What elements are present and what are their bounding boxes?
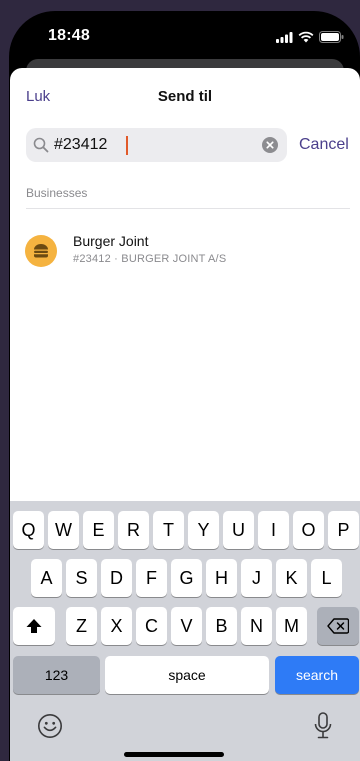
section-header: Businesses — [26, 186, 88, 200]
search-input[interactable] — [54, 128, 254, 162]
key-n[interactable]: N — [241, 607, 272, 645]
key-t[interactable]: T — [153, 511, 184, 549]
key-x[interactable]: X — [101, 607, 132, 645]
text-cursor — [126, 136, 128, 155]
sheet-title: Send til — [157, 88, 213, 105]
delete-icon — [327, 618, 349, 634]
key-b[interactable]: B — [206, 607, 237, 645]
cellular-signal-icon — [276, 31, 293, 43]
dictation-button[interactable] — [314, 712, 332, 745]
close-button[interactable]: Luk — [26, 88, 50, 105]
status-icons — [276, 30, 344, 44]
phone-screen: 18:48 Luk Send til #23412 Cancel Busines… — [9, 11, 360, 761]
key-f[interactable]: F — [136, 559, 167, 597]
status-bar: 18:48 — [9, 11, 360, 61]
shift-key[interactable] — [13, 607, 55, 645]
section-divider — [26, 208, 350, 209]
shift-icon — [26, 619, 42, 633]
status-time: 18:48 — [48, 27, 90, 44]
numbers-key[interactable]: 123 — [13, 656, 100, 694]
key-k[interactable]: K — [276, 559, 307, 597]
emoji-button[interactable] — [37, 713, 63, 744]
key-p[interactable]: P — [328, 511, 359, 549]
keyboard: Q W E R T Y U I O P A S D F G H J K L Z … — [10, 501, 360, 761]
key-d[interactable]: D — [101, 559, 132, 597]
result-subtitle: #23412 · BURGER JOINT A/S — [73, 253, 227, 265]
result-name: Burger Joint — [73, 233, 149, 249]
key-q[interactable]: Q — [13, 511, 44, 549]
search-key[interactable]: search — [275, 656, 359, 694]
key-h[interactable]: H — [206, 559, 237, 597]
search-field[interactable] — [26, 128, 287, 162]
key-a[interactable]: A — [31, 559, 62, 597]
sheet-navigation-bar: Luk Send til — [10, 68, 360, 124]
key-z[interactable]: Z — [66, 607, 97, 645]
key-y[interactable]: Y — [188, 511, 219, 549]
key-e[interactable]: E — [83, 511, 114, 549]
battery-icon — [319, 31, 344, 43]
key-w[interactable]: W — [48, 511, 79, 549]
burger-icon — [34, 244, 48, 258]
search-icon — [33, 137, 49, 153]
clear-search-button[interactable] — [262, 137, 278, 153]
key-g[interactable]: G — [171, 559, 202, 597]
avatar — [25, 235, 57, 267]
space-key[interactable]: space — [105, 656, 269, 694]
emoji-icon — [38, 714, 62, 738]
key-s[interactable]: S — [66, 559, 97, 597]
key-i[interactable]: I — [258, 511, 289, 549]
result-item[interactable]: Burger Joint #23412 · BURGER JOINT A/S — [10, 226, 360, 274]
key-j[interactable]: J — [241, 559, 272, 597]
key-l[interactable]: L — [311, 559, 342, 597]
clear-x-icon — [266, 141, 274, 149]
cancel-button[interactable]: Cancel — [299, 136, 349, 154]
key-c[interactable]: C — [136, 607, 167, 645]
key-u[interactable]: U — [223, 511, 254, 549]
delete-key[interactable] — [317, 607, 359, 645]
key-m[interactable]: M — [276, 607, 307, 645]
key-v[interactable]: V — [171, 607, 202, 645]
key-o[interactable]: O — [293, 511, 324, 549]
send-to-sheet: Luk Send til Cancel Businesses — [10, 68, 360, 761]
microphone-icon — [314, 712, 332, 739]
wifi-icon — [298, 31, 314, 43]
key-r[interactable]: R — [118, 511, 149, 549]
home-indicator[interactable] — [124, 752, 224, 757]
